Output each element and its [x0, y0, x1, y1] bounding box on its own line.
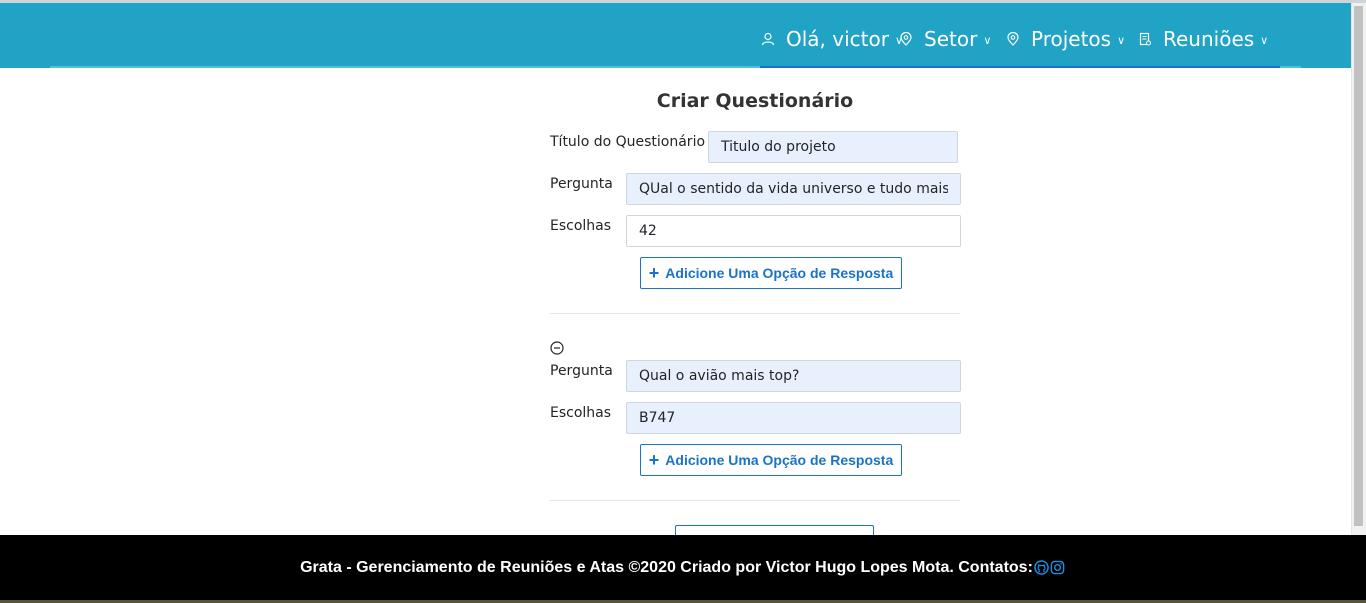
nav-setor-menu[interactable]: Setor ∨ [898, 25, 991, 53]
navbar-underline [50, 66, 760, 68]
navbar-active-underline [760, 66, 1280, 68]
add-answer-option-label: Adicione Uma Opção de Resposta [665, 265, 894, 281]
location-pin-icon [1005, 31, 1021, 47]
instagram-icon[interactable] [1050, 560, 1065, 575]
github-icon[interactable] [1034, 560, 1049, 575]
add-answer-option-label: Adicione Uma Opção de Resposta [665, 452, 894, 468]
questionnaire-title-label: Título do Questionário [550, 134, 706, 150]
chevron-down-icon: ∨ [983, 33, 992, 47]
question-divider [550, 500, 960, 501]
nav-projetos-label: Projetos [1031, 27, 1112, 51]
chevron-down-icon: ∨ [1260, 33, 1269, 47]
user-icon [760, 31, 776, 47]
scrollbar-thumb[interactable] [1354, 6, 1363, 526]
nav-projetos-menu[interactable]: Projetos ∨ [1005, 25, 1125, 53]
remove-question-icon[interactable] [550, 341, 564, 355]
plus-icon: + [648, 263, 660, 283]
nav-reunioes-menu[interactable]: Reuniões ∨ [1137, 25, 1268, 53]
footer-text: Grata - Gerenciamento de Reuniões e Atas… [300, 558, 1033, 576]
question-input[interactable] [626, 360, 961, 392]
chevron-down-icon: ∨ [1117, 33, 1126, 47]
question-label: Pergunta [550, 363, 613, 379]
choice-input[interactable] [626, 215, 961, 247]
question-divider [550, 313, 960, 314]
location-pin-icon [898, 31, 914, 47]
add-answer-option-button[interactable]: + Adicione Uma Opção de Resposta [640, 444, 902, 476]
page-title: Criar Questionário [656, 90, 854, 112]
nav-user-menu[interactable]: Olá, victor ∨ [760, 25, 903, 53]
nav-user-label: Olá, victor [786, 27, 889, 51]
navbar: Olá, victor ∨ Setor ∨ Projetos ∨ Reuniõe… [0, 3, 1351, 68]
choices-label: Escolhas [550, 218, 612, 234]
choices-label: Escolhas [550, 405, 612, 421]
plus-icon: + [648, 450, 660, 470]
footer: Grata - Gerenciamento de Reuniões e Atas… [0, 535, 1366, 600]
social-links [1034, 560, 1066, 575]
nav-reunioes-label: Reuniões [1163, 27, 1255, 51]
document-icon [1137, 31, 1153, 47]
question-label: Pergunta [550, 176, 613, 192]
choice-input[interactable] [626, 402, 961, 434]
nav-setor-label: Setor [924, 27, 978, 51]
navbar-underline [1280, 66, 1301, 68]
add-answer-option-button[interactable]: + Adicione Uma Opção de Resposta [640, 257, 902, 289]
question-input[interactable] [626, 173, 961, 205]
questionnaire-title-input[interactable] [708, 131, 958, 163]
